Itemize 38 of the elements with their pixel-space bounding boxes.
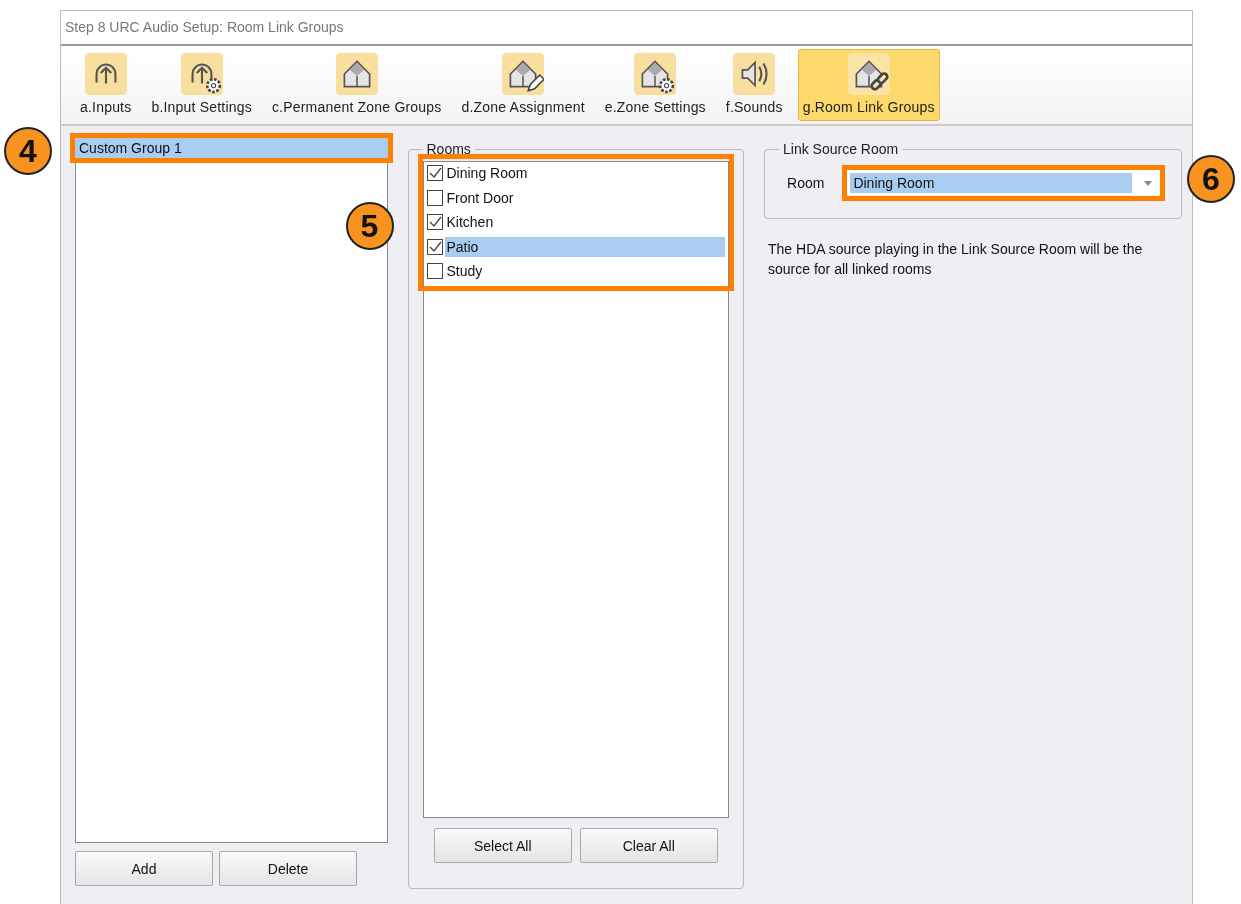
checkbox[interactable] bbox=[426, 165, 443, 182]
toolbar-tab[interactable]: b.Input Settings bbox=[146, 49, 257, 121]
arrow-up-icon bbox=[180, 53, 223, 95]
toolbar-tab[interactable]: c.Permanent Zone Groups bbox=[266, 49, 447, 121]
caret-icon bbox=[1144, 180, 1152, 186]
room-label: Room bbox=[787, 175, 825, 191]
room-item[interactable]: Study bbox=[444, 261, 725, 282]
checkbox[interactable] bbox=[426, 238, 443, 255]
room-item[interactable]: Front Door bbox=[444, 187, 725, 208]
help-text: The HDA source playing in the Link Source Room will be the source for all linked rooms bbox=[768, 240, 1144, 279]
house-icon bbox=[847, 53, 890, 95]
arrow-up-icon bbox=[84, 53, 127, 95]
checkbox[interactable] bbox=[426, 214, 443, 231]
delete-button[interactable]: Delete bbox=[219, 851, 357, 886]
speaker-icon bbox=[733, 53, 776, 95]
toolbar-tab[interactable]: g.Room Link Groups bbox=[797, 49, 940, 121]
toolbar-tab[interactable]: e.Zone Settings bbox=[599, 49, 711, 121]
house-icon bbox=[502, 53, 545, 95]
add-button[interactable]: Add bbox=[75, 851, 213, 886]
room-item[interactable]: Patio bbox=[444, 236, 725, 257]
callout-badge: 4 bbox=[4, 127, 52, 175]
toolbar-tab[interactable]: a.Inputs bbox=[75, 49, 137, 121]
house-icon bbox=[335, 53, 378, 95]
toolbar-tab[interactable]: d.Zone Assignment bbox=[456, 49, 590, 121]
room-item[interactable]: Dining Room bbox=[444, 163, 725, 184]
house-icon bbox=[634, 53, 677, 95]
room-item[interactable]: Kitchen bbox=[444, 212, 725, 233]
group-item[interactable]: Custom Group 1 bbox=[75, 138, 388, 158]
toolbar-tab[interactable]: f.Sounds bbox=[720, 49, 788, 121]
room-dropdown[interactable]: Dining Room bbox=[847, 170, 1160, 196]
callout-badge: 6 bbox=[1187, 155, 1235, 203]
checkbox[interactable] bbox=[426, 263, 443, 280]
checkbox[interactable] bbox=[426, 189, 443, 206]
group-title: Link Source Room bbox=[782, 141, 900, 157]
group-title: Rooms bbox=[425, 141, 472, 157]
select-all-button[interactable]: Select All bbox=[433, 828, 572, 863]
clear-all-button[interactable]: Clear All bbox=[579, 828, 718, 863]
window-title: Step 8 URC Audio Setup: Room Link Groups bbox=[61, 11, 1192, 46]
